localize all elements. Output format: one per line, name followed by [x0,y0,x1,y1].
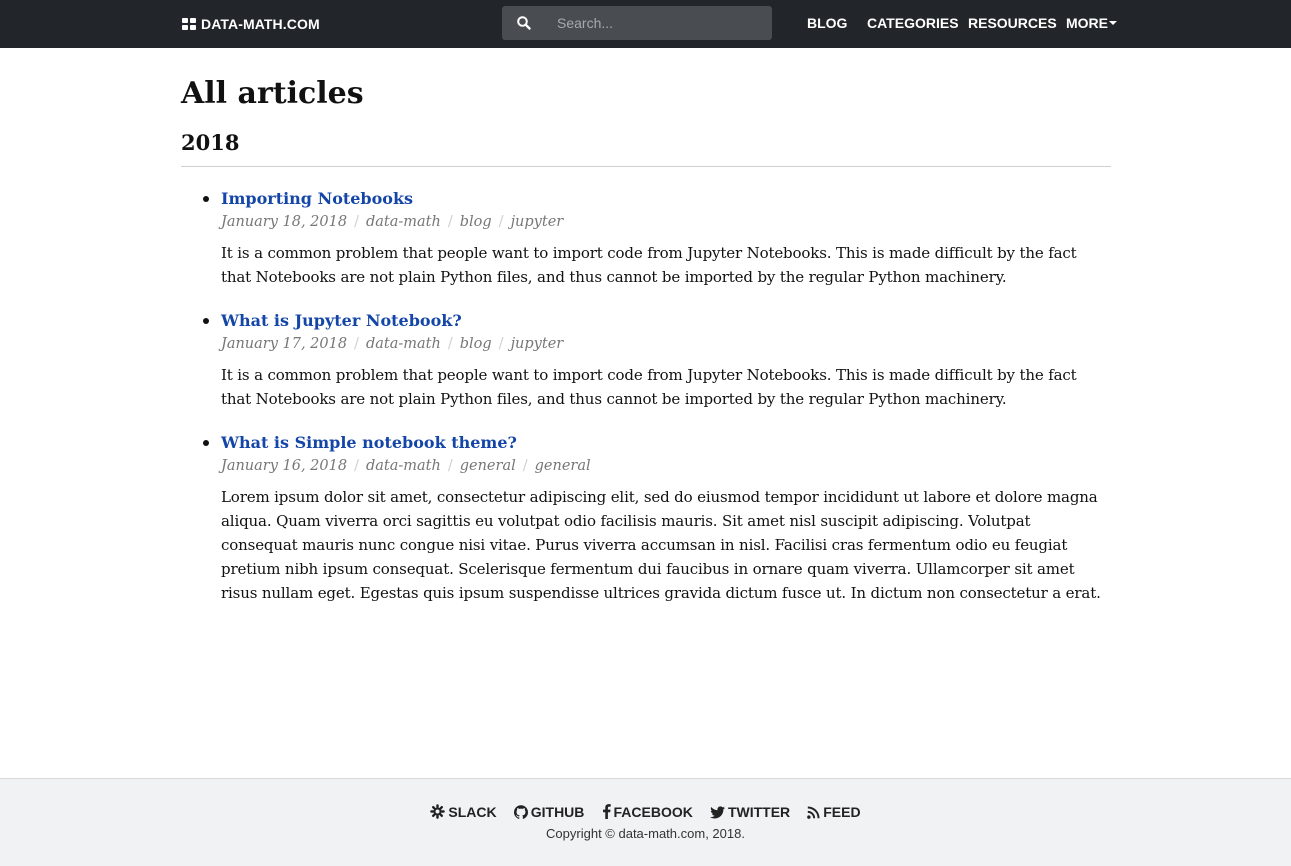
article-date: January 16, 2018 [221,458,348,474]
article-date: January 18, 2018 [221,214,348,230]
article-meta: January 18, 2018 / data-math / blog / jupyter [221,211,1111,233]
article-author-link[interactable]: data-math [366,214,441,230]
search-icon[interactable] [516,15,532,31]
search-box [502,6,772,40]
footer-twitter-label: TWITTER [727,804,791,820]
twitter-icon [709,806,725,819]
footer-github-link[interactable]: GITHUB [513,803,585,821]
article-title-link[interactable]: Importing Notebooks [221,188,1111,210]
brand-link[interactable]: DATA-MATH.COM [182,14,320,34]
article-summary: Lorem ipsum dolor sit amet, consectetur … [221,488,1101,602]
footer-facebook-label: FACEBOOK [613,804,693,820]
list-bullet [203,440,209,446]
year-divider [181,166,1111,167]
meta-separator: / [447,458,453,474]
article-category-link[interactable]: blog [460,336,492,352]
top-navbar: DATA-MATH.COM BLOG CATEGORIES RESOURCES … [0,0,1291,48]
article-title-link[interactable]: What is Jupyter Notebook? [221,310,1111,332]
brand-label: DATA-MATH.COM [201,16,320,32]
nav-blog[interactable]: BLOG [807,15,847,32]
rss-feed-icon [807,806,820,819]
footer-slack-link[interactable]: SLACK [430,803,497,821]
list-bullet [203,196,209,202]
article-meta: January 17, 2018 / data-math / blog / jupyter [221,333,1111,355]
article-category-link[interactable]: blog [460,214,492,230]
meta-separator: / [522,458,528,474]
facebook-icon [602,804,611,819]
nav-resources[interactable]: RESOURCES [968,15,1057,32]
page-title: All articles [181,76,364,111]
article-author-link[interactable]: data-math [366,336,441,352]
article-category-link[interactable]: general [460,458,516,474]
nav-resources-label: RESOURCES [968,15,1057,31]
search-input[interactable] [546,6,764,40]
article-tag-link[interactable]: jupyter [511,214,564,230]
meta-separator: / [447,214,453,230]
nav-more-label: MORE [1066,15,1108,31]
footer-github-label: GITHUB [530,804,585,820]
nav-categories[interactable]: CATEGORIES [867,15,959,32]
nav-more-dropdown[interactable]: MORE [1066,15,1117,32]
meta-separator: / [447,336,453,352]
article-tag-link[interactable]: general [535,458,591,474]
article-title-link[interactable]: What is Simple notebook theme? [221,432,1111,454]
article-author-link[interactable]: data-math [366,458,441,474]
nav-blog-label: BLOG [807,15,848,31]
nav-categories-label: CATEGORIES [867,15,959,31]
copyright-text: Copyright © data-math.com, 2018. [546,826,745,841]
footer-facebook-link[interactable]: FACEBOOK [602,803,693,821]
slack-icon [430,804,446,819]
github-icon [513,805,528,819]
footer-feed-link[interactable]: FEED [807,803,861,821]
meta-separator: / [498,214,504,230]
meta-separator: / [498,336,504,352]
grid-icon [182,17,197,31]
year-heading: 2018 [181,130,240,155]
footer-social-links: SLACK GITHUB FACEBOOK TWITTER FEED [0,802,1291,821]
article-item: What is Jupyter Notebook? January 17, 20… [203,310,1111,411]
article-summary: It is a common problem that people want … [221,366,1077,408]
footer-twitter-link[interactable]: TWITTER [709,803,791,821]
article-summary: It is a common problem that people want … [221,244,1077,286]
footer-feed-label: FEED [823,804,861,820]
meta-separator: / [354,214,359,230]
article-date: January 17, 2018 [221,336,348,352]
footer: SLACK GITHUB FACEBOOK TWITTER FEED Copyr… [0,778,1291,866]
article-item: Importing Notebooks January 18, 2018 / dat… [203,188,1111,289]
caret-down-icon [1109,21,1117,26]
article-tag-link[interactable]: jupyter [511,336,564,352]
footer-slack-label: SLACK [448,804,497,820]
meta-separator: / [354,336,359,352]
article-item: What is Simple notebook theme? January 1… [203,432,1111,605]
list-bullet [203,318,209,324]
article-meta: January 16, 2018 / data-math / general / gener… [221,455,1111,477]
meta-separator: / [354,458,359,474]
